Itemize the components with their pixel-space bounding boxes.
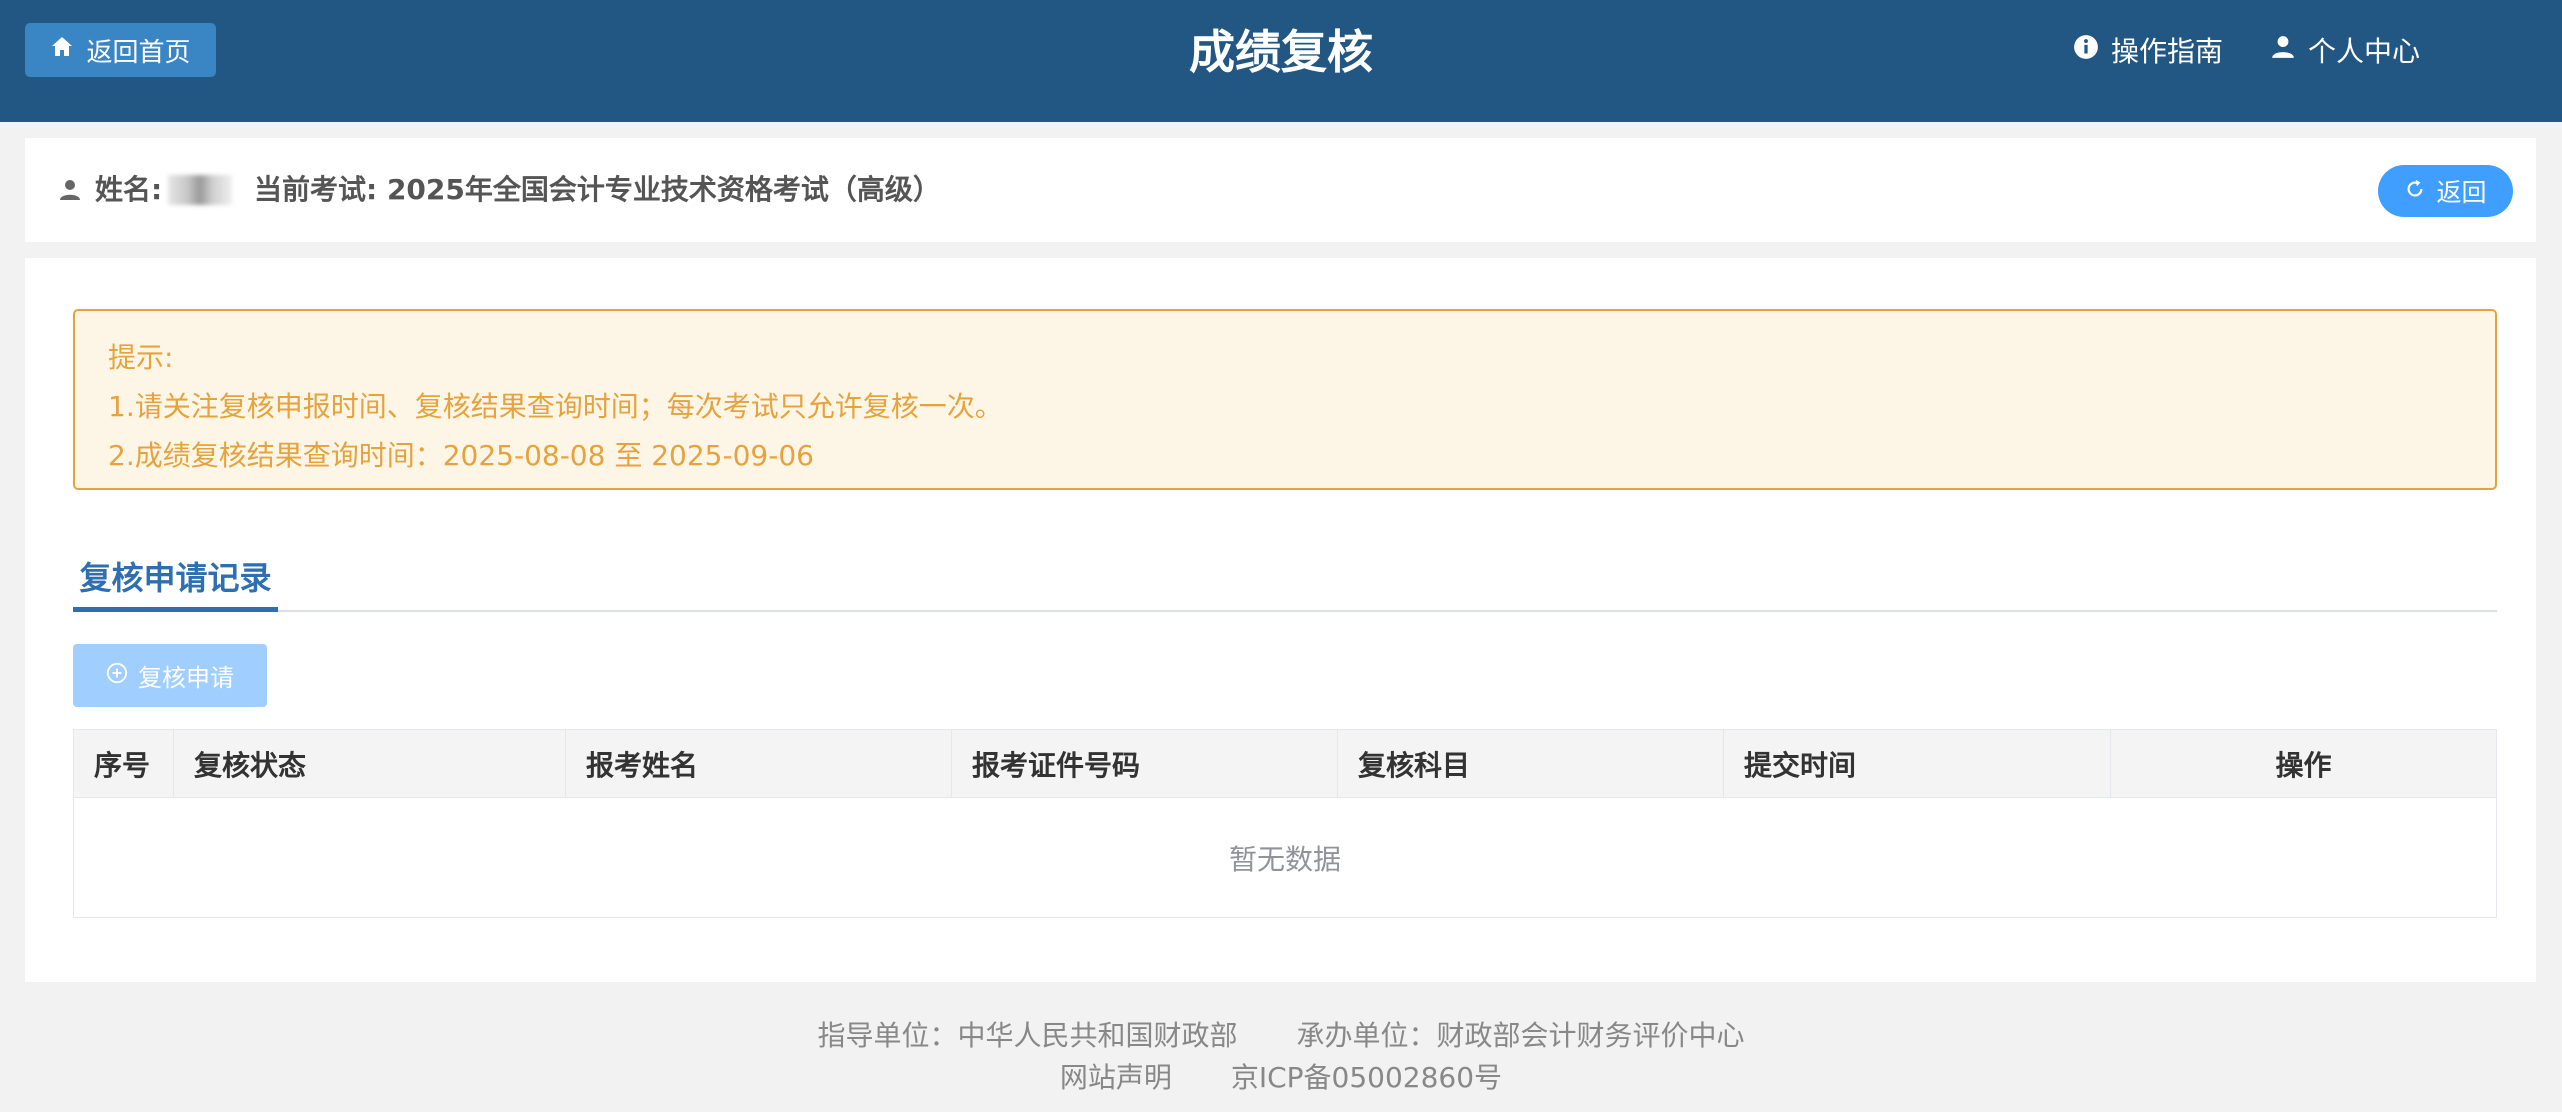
- column-header-name: 报考姓名: [566, 730, 952, 798]
- review-records-table: 序号 复核状态 报考姓名 报考证件号码 复核科目 提交时间 操作 暂无数据: [73, 729, 2497, 918]
- footer-statement-link[interactable]: 网站声明: [1060, 1061, 1172, 1094]
- tab-bar: 复核申请记录: [73, 544, 2497, 612]
- user-icon: [2270, 34, 2296, 67]
- column-header-actions: 操作: [2275, 749, 2332, 782]
- footer-legal: 网站声明 京ICP备05002860号: [0, 1058, 2562, 1098]
- notice-line: 2.成绩复核结果查询时间：2025-08-08 至 2025-09-06: [108, 439, 814, 472]
- user-icon: [58, 178, 82, 202]
- current-exam-label: 当前考试: 2025年全国会计专业技术资格考试（高级）: [254, 173, 941, 206]
- column-header-index: 序号: [74, 730, 174, 798]
- column-header-id-number: 报考证件号码: [952, 730, 1338, 798]
- footer-icp-link[interactable]: 京ICP备05002860号: [1231, 1061, 1502, 1094]
- notice-title: 提示:: [108, 341, 174, 374]
- info-icon: [2073, 34, 2099, 67]
- column-header-subject: 复核科目: [1338, 730, 1724, 798]
- user-center-link[interactable]: 个人中心: [2270, 28, 2420, 72]
- back-button-label: 返回: [2436, 178, 2487, 207]
- operation-guide-link[interactable]: 操作指南: [2073, 28, 2223, 72]
- column-header-submit-time: 提交时间: [1724, 730, 2111, 798]
- home-button[interactable]: 返回首页: [25, 23, 216, 77]
- home-button-label: 返回首页: [86, 37, 191, 68]
- main-card: 提示: 1.请关注复核申报时间、复核结果查询时间；每次考试只允许复核一次。 2.…: [25, 258, 2536, 982]
- notice-line: 1.请关注复核申报时间、复核结果查询时间；每次考试只允许复核一次。: [108, 390, 1003, 423]
- plus-circle-icon: [106, 662, 128, 690]
- notice-box: 提示: 1.请关注复核申报时间、复核结果查询时间；每次考试只允许复核一次。 2.…: [73, 309, 2497, 490]
- footer-guide-unit: 指导单位：中华人民共和国财政部: [817, 1019, 1238, 1052]
- candidate-name-redacted: [168, 175, 232, 205]
- table-empty-text: 暂无数据: [1228, 843, 1341, 876]
- refresh-icon: [2404, 177, 2426, 206]
- column-header-status: 复核状态: [174, 730, 566, 798]
- back-button[interactable]: 返回: [2378, 165, 2513, 217]
- table-header: 序号 复核状态 报考姓名 报考证件号码 复核科目 提交时间 操作: [74, 730, 2496, 798]
- tab-review-records[interactable]: 复核申请记录: [73, 544, 278, 612]
- candidate-name-label: 姓名:: [95, 173, 163, 206]
- footer-units: 指导单位：中华人民共和国财政部 承办单位：财政部会计财务评价中心: [0, 1016, 2562, 1056]
- top-header: 返回首页 成绩复核 操作指南 个人中心: [0, 0, 2562, 122]
- apply-review-label: 复核申请: [138, 664, 234, 692]
- candidate-info-bar: 姓名: 当前考试: 2025年全国会计专业技术资格考试（高级） 返回: [25, 138, 2536, 242]
- footer-host-unit: 承办单位：财政部会计财务评价中心: [1296, 1019, 1745, 1052]
- home-icon: [50, 35, 74, 66]
- operation-guide-label: 操作指南: [2111, 35, 2224, 68]
- apply-review-button[interactable]: 复核申请: [73, 644, 267, 707]
- user-center-label: 个人中心: [2308, 35, 2421, 68]
